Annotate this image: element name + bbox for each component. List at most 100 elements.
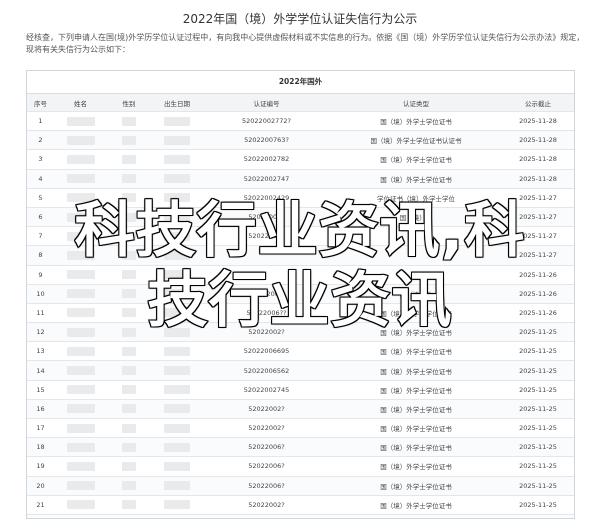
cell-name-redacted — [54, 437, 107, 458]
redacted-gender-block — [122, 154, 136, 164]
watermark-overlay-line2: 技行业资讯 — [147, 265, 453, 337]
cell-cert-type: 国（境）外学士学位证书 — [330, 169, 502, 189]
cell-expire: 2025-11-25 — [502, 360, 574, 381]
cell-birthdate-redacted — [151, 360, 203, 381]
cell-cert-id: 52022006? — [203, 514, 330, 518]
header-expire: 公示截止 — [502, 94, 574, 112]
header-cert-type: 认证类型 — [330, 94, 502, 112]
header-gender: 性别 — [107, 94, 151, 112]
cell-gender-redacted — [107, 437, 151, 458]
cell-name-redacted — [54, 380, 107, 400]
redacted-gender-block — [122, 385, 136, 395]
cell-expire: 2025-11-25 — [502, 476, 574, 496]
cell-gender-redacted — [107, 169, 151, 189]
redacted-name-block — [66, 116, 95, 126]
redacted-name-block — [66, 174, 95, 184]
redacted-date-block — [164, 346, 190, 356]
cell-gender-redacted — [107, 111, 151, 132]
cell-name-redacted — [54, 360, 107, 381]
header-no: 序号 — [27, 94, 54, 112]
cell-birthdate-redacted — [151, 437, 203, 458]
cell-gender-redacted — [107, 130, 151, 151]
cell-expire: 2025-11-25 — [502, 399, 574, 420]
redacted-gender-block — [122, 116, 136, 126]
cell-birthdate-redacted — [151, 130, 203, 151]
cell-birthdate-redacted — [151, 111, 203, 132]
redacted-date-block — [164, 385, 190, 395]
redacted-gender-block — [122, 404, 136, 414]
cell-cert-id: 5202200763? — [203, 130, 330, 151]
table-header-row: 序号 姓名 性别 出生日期 认证编号 认证类型 公示截止 — [27, 94, 574, 112]
cell-cert-type: 国（境）外学士学位证书 — [330, 149, 502, 170]
redacted-date-block — [164, 481, 190, 491]
cell-no: 3 — [27, 149, 54, 170]
cell-expire: 2025-11-28 — [502, 130, 574, 151]
cell-gender-redacted — [107, 476, 151, 496]
table-caption: 2022年国外 — [27, 71, 574, 94]
cell-cert-id: 52022002782 — [203, 149, 330, 170]
redacted-date-block — [164, 423, 190, 433]
cell-cert-type: 国（境）外学士学位证书认证书 — [330, 130, 502, 151]
redacted-name-block — [66, 461, 95, 471]
redacted-date-block — [164, 404, 190, 414]
redacted-name-block — [66, 500, 95, 510]
cell-cert-type: 国（境）外学士学位证书 — [330, 360, 502, 381]
cell-no: 2 — [27, 130, 54, 151]
redacted-name-block — [66, 135, 95, 145]
redacted-date-block — [164, 135, 190, 145]
cell-gender-redacted — [107, 495, 151, 515]
cell-cert-id: 52022002772? — [203, 111, 330, 132]
redacted-gender-block — [122, 135, 136, 145]
cell-cert-type: 国（境）外学士学位证书 — [330, 380, 502, 400]
cell-cert-type: 国（境）外学士学位证书 — [330, 456, 502, 477]
redacted-name-block — [66, 404, 95, 414]
cell-name-redacted — [54, 514, 107, 518]
cell-cert-type: 国（境）外学士学位证书 — [330, 418, 502, 439]
table-row: 20 52022006? 国（境）外学士学位证书 2025-11-25 — [27, 476, 574, 496]
cell-gender-redacted — [107, 418, 151, 439]
cell-cert-id: 52022002747 — [203, 169, 330, 189]
watermark-overlay-line1: 科技行业资讯,科 — [74, 195, 526, 267]
cell-birthdate-redacted — [151, 418, 203, 439]
cell-no: 18 — [27, 437, 54, 458]
cell-birthdate-redacted — [151, 476, 203, 496]
cell-cert-id: 52022006? — [203, 476, 330, 496]
redacted-gender-block — [122, 174, 136, 184]
cell-gender-redacted — [107, 341, 151, 362]
redacted-date-block — [164, 154, 190, 164]
cell-expire: 2025-11-28 — [502, 111, 574, 132]
cell-birthdate-redacted — [151, 341, 203, 362]
cell-gender-redacted — [107, 380, 151, 400]
cell-gender-redacted — [107, 360, 151, 381]
cell-cert-id: 52022006695 — [203, 341, 330, 362]
cell-expire: 2025-11-25 — [502, 341, 574, 362]
cell-expire: 2025-11-25 — [502, 456, 574, 477]
cell-cert-type: 国（境）外学士学位证书 — [330, 437, 502, 458]
table-row: 18 52022006? 国（境）外学士学位证书 2025-11-25 — [27, 437, 574, 458]
cell-birthdate-redacted — [151, 399, 203, 420]
redacted-name-block — [66, 481, 95, 491]
redacted-gender-block — [122, 500, 136, 510]
cell-expire: 2025-11-28 — [502, 149, 574, 170]
cell-no: 4 — [27, 169, 54, 189]
cell-cert-type: 国（境）外学士学位证书 — [330, 495, 502, 515]
cell-gender-redacted — [107, 514, 151, 518]
redacted-gender-block — [122, 481, 136, 491]
cell-cert-id: 52022006? — [203, 437, 330, 458]
cell-expire: 2025-11-25 — [502, 437, 574, 458]
table-row: 2 5202200763? 国（境）外学士学位证书认证书 2025-11-28 — [27, 130, 574, 151]
redacted-date-block — [164, 174, 190, 184]
cell-birthdate-redacted — [151, 495, 203, 515]
cell-name-redacted — [54, 456, 107, 477]
cell-birthdate-redacted — [151, 380, 203, 400]
redacted-name-block — [66, 385, 95, 395]
table-row: 15 52022002745 国（境）外学士学位证书 2025-11-25 — [27, 380, 574, 400]
cell-expire: 2025-11-25 — [502, 380, 574, 400]
cell-cert-id: 52022006? — [203, 456, 330, 477]
intro-paragraph: 经核查，下列申请人在国(境)外学历学位认证过程中，有向我中心提供虚假材料或不实信… — [26, 33, 585, 54]
cell-name-redacted — [54, 130, 107, 151]
cell-no: 13 — [27, 341, 54, 362]
cell-no: 16 — [27, 399, 54, 420]
cell-birthdate-redacted — [151, 514, 203, 518]
cell-expire: 2025-11-28 — [502, 169, 574, 189]
